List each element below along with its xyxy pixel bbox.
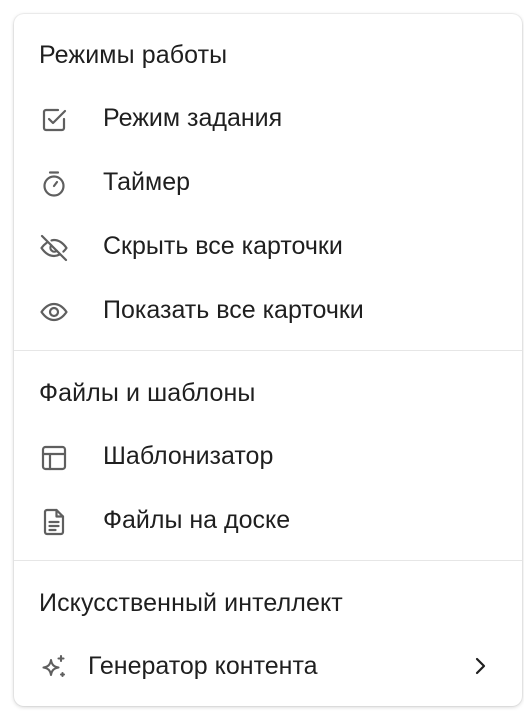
chevron-right-icon bbox=[468, 654, 492, 678]
menu-item-label: Генератор контента bbox=[88, 652, 318, 680]
section-title-ai: Искусственный интеллект bbox=[39, 589, 343, 617]
checkbox-icon bbox=[38, 104, 70, 136]
menu-item-board-files[interactable]: Файлы на доске bbox=[14, 494, 522, 546]
eye-icon bbox=[38, 296, 70, 328]
section-divider bbox=[14, 350, 522, 351]
menu-item-hide-all-cards[interactable]: Скрыть все карточки bbox=[14, 220, 522, 272]
menu-item-label: Скрыть все карточки bbox=[103, 232, 343, 260]
stopwatch-icon bbox=[38, 168, 70, 200]
menu-item-label: Показать все карточки bbox=[103, 296, 364, 324]
menu-item-task-mode[interactable]: Режим задания bbox=[14, 92, 522, 144]
section-title-files-templates: Файлы и шаблоны bbox=[39, 379, 256, 407]
context-menu: Режимы работы Режим задания Таймер Скрыт… bbox=[14, 14, 522, 706]
menu-item-timer[interactable]: Таймер bbox=[14, 156, 522, 208]
menu-item-content-generator[interactable]: Генератор контента bbox=[14, 640, 522, 692]
menu-item-templater[interactable]: Шаблонизатор bbox=[14, 430, 522, 482]
section-divider bbox=[14, 560, 522, 561]
sparkle-icon bbox=[38, 652, 70, 684]
menu-item-label: Шаблонизатор bbox=[103, 442, 274, 470]
document-icon bbox=[38, 506, 70, 538]
section-title-work-modes: Режимы работы bbox=[39, 41, 228, 69]
template-icon bbox=[38, 442, 70, 474]
menu-item-label: Таймер bbox=[103, 168, 191, 196]
menu-item-label: Файлы на доске bbox=[103, 506, 291, 534]
eye-off-icon bbox=[38, 232, 70, 264]
menu-item-show-all-cards[interactable]: Показать все карточки bbox=[14, 284, 522, 336]
menu-item-label: Режим задания bbox=[103, 104, 283, 132]
